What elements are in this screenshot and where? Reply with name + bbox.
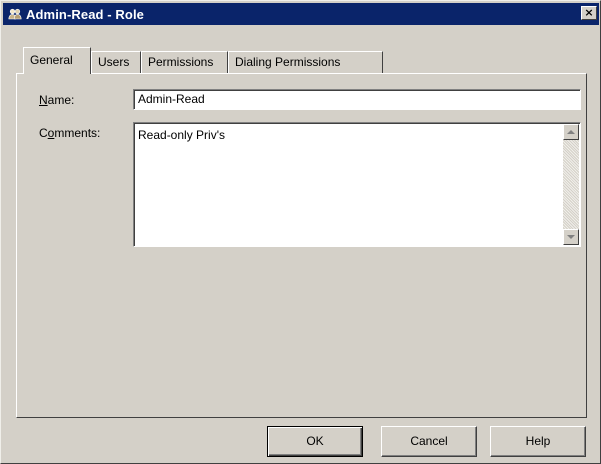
window-title: Admin-Read - Role	[26, 6, 144, 22]
ok-button[interactable]: OK	[267, 426, 363, 457]
tab-general[interactable]: General	[23, 47, 91, 74]
comments-label-rest: mments:	[54, 126, 101, 140]
tab-label: Dialing Permissions	[235, 55, 341, 69]
roles-icon	[7, 6, 23, 22]
help-button[interactable]: Help	[490, 426, 586, 457]
name-field-value: Admin-Read	[138, 92, 205, 106]
arrow-up-icon	[567, 129, 575, 134]
comments-field[interactable]: Read-only Priv's	[133, 122, 581, 247]
comments-field-value: Read-only Priv's	[138, 128, 225, 142]
cancel-button[interactable]: Cancel	[381, 426, 477, 457]
close-icon: ×	[584, 6, 594, 19]
tab-label: General	[30, 53, 73, 67]
role-dialog: Admin-Read - Role × General Users Permis…	[0, 0, 601, 464]
tab-label: Users	[98, 55, 130, 69]
name-label-rest: ame:	[47, 93, 75, 107]
title-bar[interactable]: Admin-Read - Role ×	[3, 3, 599, 25]
comments-scrollbar[interactable]	[563, 124, 579, 245]
comments-label: Comments:	[39, 126, 100, 140]
tab-dialing-permissions[interactable]: Dialing Permissions	[228, 51, 383, 73]
ok-button-label: OK	[306, 434, 324, 448]
cancel-button-label: Cancel	[410, 434, 448, 448]
tab-permissions[interactable]: Permissions	[141, 51, 228, 73]
tab-label: Permissions	[148, 55, 214, 69]
comments-label-first: C	[39, 126, 48, 140]
help-button-label: Help	[525, 434, 551, 448]
arrow-down-icon	[567, 234, 575, 239]
scroll-down-button[interactable]	[563, 229, 579, 245]
scroll-up-button[interactable]	[563, 124, 579, 140]
tab-users[interactable]: Users	[91, 51, 141, 73]
name-label-accelerator: N	[39, 93, 48, 107]
name-field[interactable]: Admin-Read	[133, 89, 581, 110]
name-label: Name:	[39, 93, 74, 107]
close-button[interactable]: ×	[581, 6, 597, 20]
